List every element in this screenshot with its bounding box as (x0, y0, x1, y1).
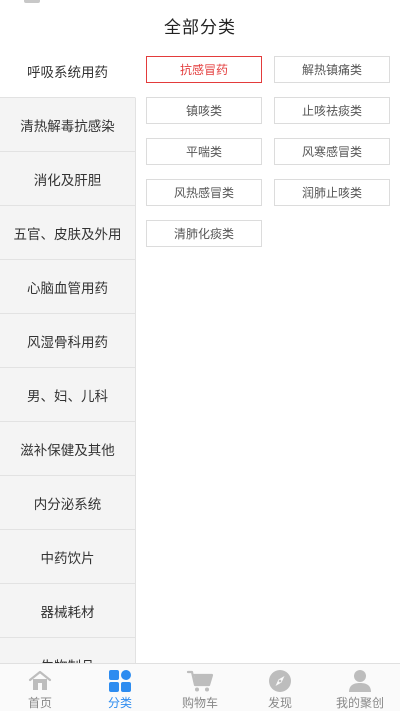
page-header: 全部分类 (0, 6, 400, 44)
subcategory-item[interactable]: 风热感冒类 (146, 179, 262, 206)
subcategory-item[interactable]: 风寒感冒类 (274, 138, 390, 165)
tab-label: 我的聚创 (335, 696, 384, 710)
sidebar-item-endocrine[interactable]: 内分泌系统 (0, 476, 136, 530)
tab-label: 购物车 (181, 696, 218, 710)
page-title: 全部分类 (164, 17, 236, 38)
grid-icon (106, 668, 134, 693)
status-indicator (24, 0, 40, 3)
subcategory-item[interactable]: 清肺化痰类 (146, 220, 262, 247)
bottom-tab-bar: 首页 分类 购物车 发现 我的聚创 (0, 663, 400, 711)
subcategory-item[interactable]: 平喘类 (146, 138, 262, 165)
home-icon (26, 668, 54, 693)
sidebar-item-digestive[interactable]: 消化及肝胆 (0, 152, 136, 206)
category-sidebar[interactable]: 呼吸系统用药 清热解毒抗感染 消化及肝胆 五官、皮肤及外用 心脑血管用药 风湿骨… (0, 44, 136, 663)
tab-label: 分类 (107, 696, 132, 710)
tab-discover[interactable]: 发现 (240, 664, 320, 711)
subcategory-item[interactable]: 润肺止咳类 (274, 179, 390, 206)
sidebar-item-ent-skin[interactable]: 五官、皮肤及外用 (0, 206, 136, 260)
sidebar-item-biologics[interactable]: 生物制品 (0, 638, 136, 663)
subcategory-panel: 抗感冒药 解热镇痛类 镇咳类 止咳祛痰类 平喘类 风寒感冒类 风热感冒类 润肺止… (136, 44, 400, 663)
subcategory-item[interactable]: 止咳祛痰类 (274, 97, 390, 124)
sidebar-item-rheumatism[interactable]: 风湿骨科用药 (0, 314, 136, 368)
sidebar-item-cardio[interactable]: 心脑血管用药 (0, 260, 136, 314)
sidebar-item-devices[interactable]: 器械耗材 (0, 584, 136, 638)
subcategory-grid: 抗感冒药 解热镇痛类 镇咳类 止咳祛痰类 平喘类 风寒感冒类 风热感冒类 润肺止… (146, 56, 390, 247)
sidebar-item-heat-clearing[interactable]: 清热解毒抗感染 (0, 98, 136, 152)
sidebar-item-herbal[interactable]: 中药饮片 (0, 530, 136, 584)
sidebar-item-respiratory[interactable]: 呼吸系统用药 (0, 44, 136, 98)
tab-label: 首页 (27, 696, 52, 710)
tab-label: 发现 (267, 696, 292, 710)
tab-category[interactable]: 分类 (80, 664, 160, 711)
tab-cart[interactable]: 购物车 (160, 664, 240, 711)
compass-icon (266, 668, 294, 693)
tab-home[interactable]: 首页 (0, 664, 80, 711)
user-icon (346, 668, 374, 693)
tab-mine[interactable]: 我的聚创 (320, 664, 400, 711)
subcategory-item[interactable]: 抗感冒药 (146, 56, 262, 83)
sidebar-item-men-women-children[interactable]: 男、妇、儿科 (0, 368, 136, 422)
cart-icon (186, 668, 214, 693)
subcategory-item[interactable]: 镇咳类 (146, 97, 262, 124)
subcategory-item[interactable]: 解热镇痛类 (274, 56, 390, 83)
sidebar-item-tonic[interactable]: 滋补保健及其他 (0, 422, 136, 476)
